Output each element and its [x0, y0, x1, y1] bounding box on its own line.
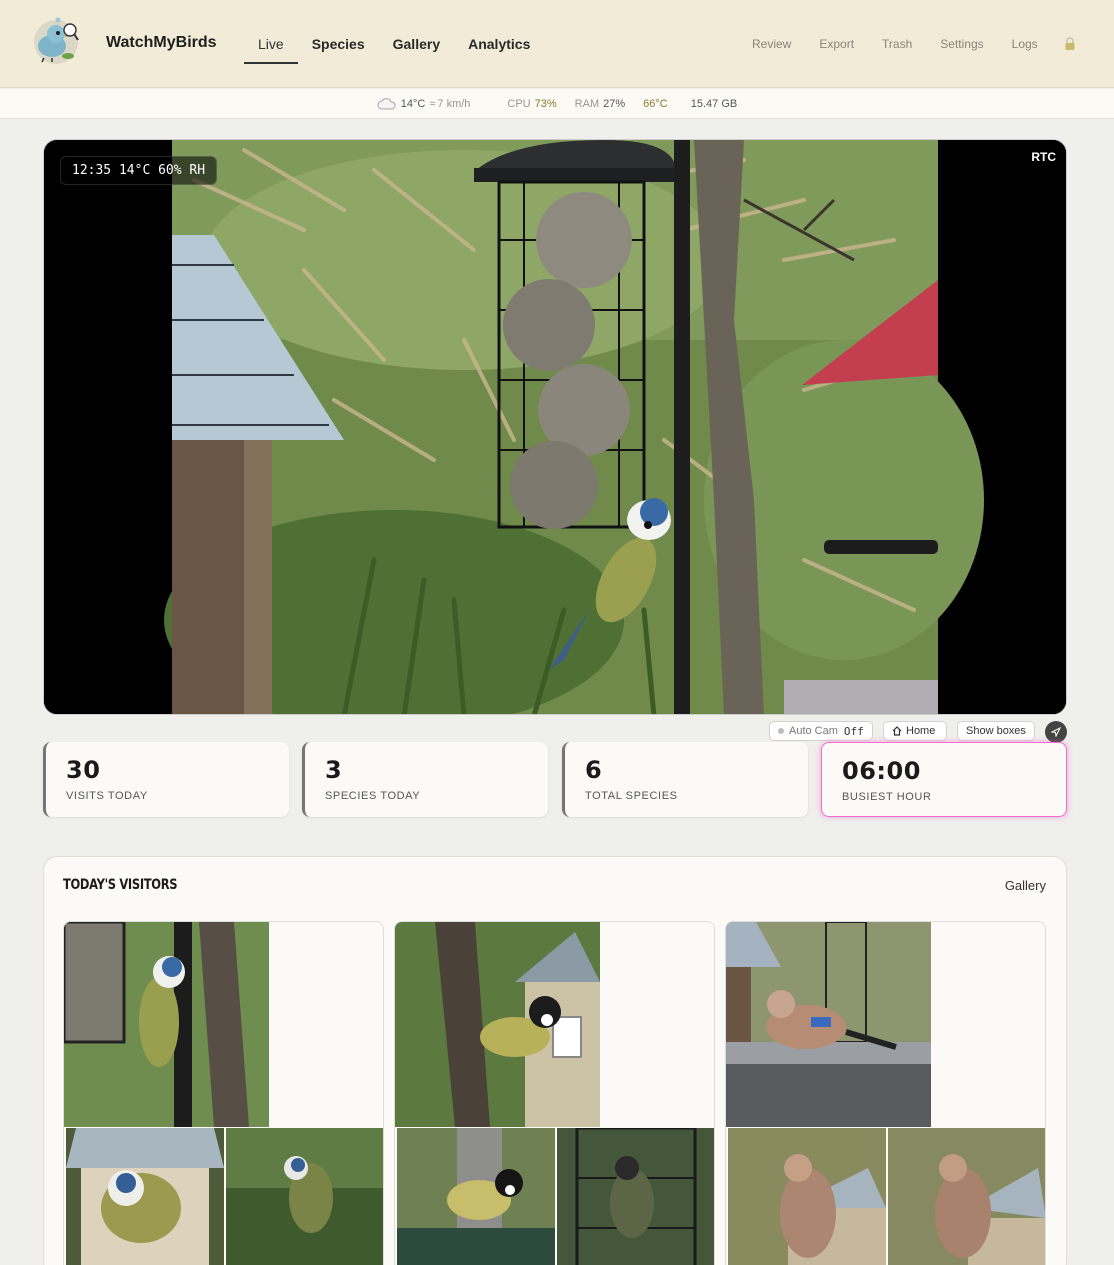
brand-name[interactable]: WatchMyBirds: [106, 34, 217, 52]
home-button[interactable]: Home: [883, 721, 947, 741]
disk-status: 15.47 GB: [691, 98, 737, 110]
nav-logs[interactable]: Logs: [998, 37, 1052, 51]
home-icon: [892, 726, 902, 736]
stat-value: 30: [66, 756, 101, 784]
wind-speed: 7 km/h: [437, 97, 471, 110]
cloud-icon: [377, 97, 396, 109]
tab-species[interactable]: Species: [298, 0, 379, 88]
top-header: WatchMyBirds Live Species Gallery Analyt…: [0, 0, 1114, 88]
nav-export[interactable]: Export: [805, 37, 868, 51]
stat-label: BUSIEST HOUR: [842, 791, 932, 803]
live-video-stream[interactable]: 12:35 14°C 60% RH RTC: [43, 139, 1067, 715]
stat-label: TOTAL SPECIES: [585, 790, 678, 802]
stat-card-visits: 30 VISITS TODAY: [43, 742, 289, 817]
stat-card-busiest-hour: 06:00 BUSIEST HOUR: [821, 742, 1067, 817]
visitor-thumb[interactable]: [557, 1128, 715, 1265]
video-osd-overlay: 12:35 14°C 60% RH: [60, 156, 218, 185]
home-label: Home: [906, 725, 936, 737]
cpu-value: 73%: [534, 97, 557, 110]
weather-status: 14°C ≈ 7 km/h: [377, 97, 471, 110]
ram-label: RAM: [574, 97, 600, 110]
tab-analytics[interactable]: Analytics: [454, 0, 544, 88]
show-boxes-label: Show boxes: [966, 725, 1026, 737]
gallery-link[interactable]: Gallery: [1005, 878, 1046, 893]
auto-cam-value: Off: [843, 724, 864, 738]
weather-temp: 14°C: [400, 97, 426, 110]
system-status-bar: 14°C ≈ 7 km/h CPU 73% RAM 27% 66°C 15.47…: [0, 89, 1114, 119]
auto-cam-toggle[interactable]: Auto Cam Off: [769, 721, 873, 741]
visitor-thumb[interactable]: [397, 1128, 555, 1265]
visitor-main-photo[interactable]: [64, 922, 269, 1127]
nav-settings[interactable]: Settings: [926, 37, 997, 51]
visitor-thumb[interactable]: [226, 1128, 384, 1265]
visitor-main-photo[interactable]: [395, 922, 600, 1127]
rtc-badge: RTC: [1031, 150, 1056, 164]
cpu-label: CPU: [507, 97, 531, 110]
stat-value: 3: [325, 756, 343, 784]
visitor-thumb[interactable]: [66, 1128, 224, 1265]
tab-live[interactable]: Live: [244, 0, 298, 88]
bird-logo-icon[interactable]: [30, 16, 84, 66]
send-icon: [1051, 727, 1061, 737]
visitor-thumb[interactable]: [728, 1128, 886, 1265]
stat-card-species-today: 3 SPECIES TODAY: [302, 742, 548, 817]
tab-gallery[interactable]: Gallery: [379, 0, 454, 88]
send-button[interactable]: [1045, 721, 1067, 743]
nav-review[interactable]: Review: [738, 37, 805, 51]
visitor-card[interactable]: [394, 921, 715, 1265]
lock-icon[interactable]: [1064, 37, 1076, 51]
stat-value: 6: [585, 756, 603, 784]
panel-title: TODAY'S VISITORS: [63, 877, 178, 893]
cpu-status: CPU 73%: [507, 98, 556, 110]
visitor-card[interactable]: [63, 921, 384, 1265]
cpu-temp: 66°C: [643, 97, 668, 110]
status-dot-icon: [778, 728, 784, 734]
visitor-card[interactable]: [725, 921, 1046, 1265]
disk-free: 15.47 GB: [690, 97, 738, 110]
visitor-thumb[interactable]: [888, 1128, 1046, 1265]
show-boxes-button[interactable]: Show boxes: [957, 721, 1035, 741]
stat-label: SPECIES TODAY: [325, 790, 421, 802]
ram-status: RAM 27%: [575, 98, 625, 110]
cpu-temp-status: 66°C: [643, 98, 668, 110]
stat-value: 06:00: [842, 757, 921, 785]
stat-label: VISITS TODAY: [66, 790, 148, 802]
live-camera-image: [44, 140, 1066, 714]
wind-icon: ≈: [429, 97, 436, 110]
main-nav: Live Species Gallery Analytics: [244, 0, 544, 88]
nav-trash[interactable]: Trash: [868, 37, 926, 51]
stat-card-total-species: 6 TOTAL SPECIES: [562, 742, 808, 817]
ram-value: 27%: [603, 97, 626, 110]
todays-visitors-panel: TODAY'S VISITORS Gallery: [43, 856, 1067, 1265]
secondary-nav: Review Export Trash Settings Logs: [738, 0, 1076, 88]
visitor-main-photo[interactable]: [726, 922, 931, 1127]
auto-cam-label: Auto Cam: [789, 725, 838, 737]
